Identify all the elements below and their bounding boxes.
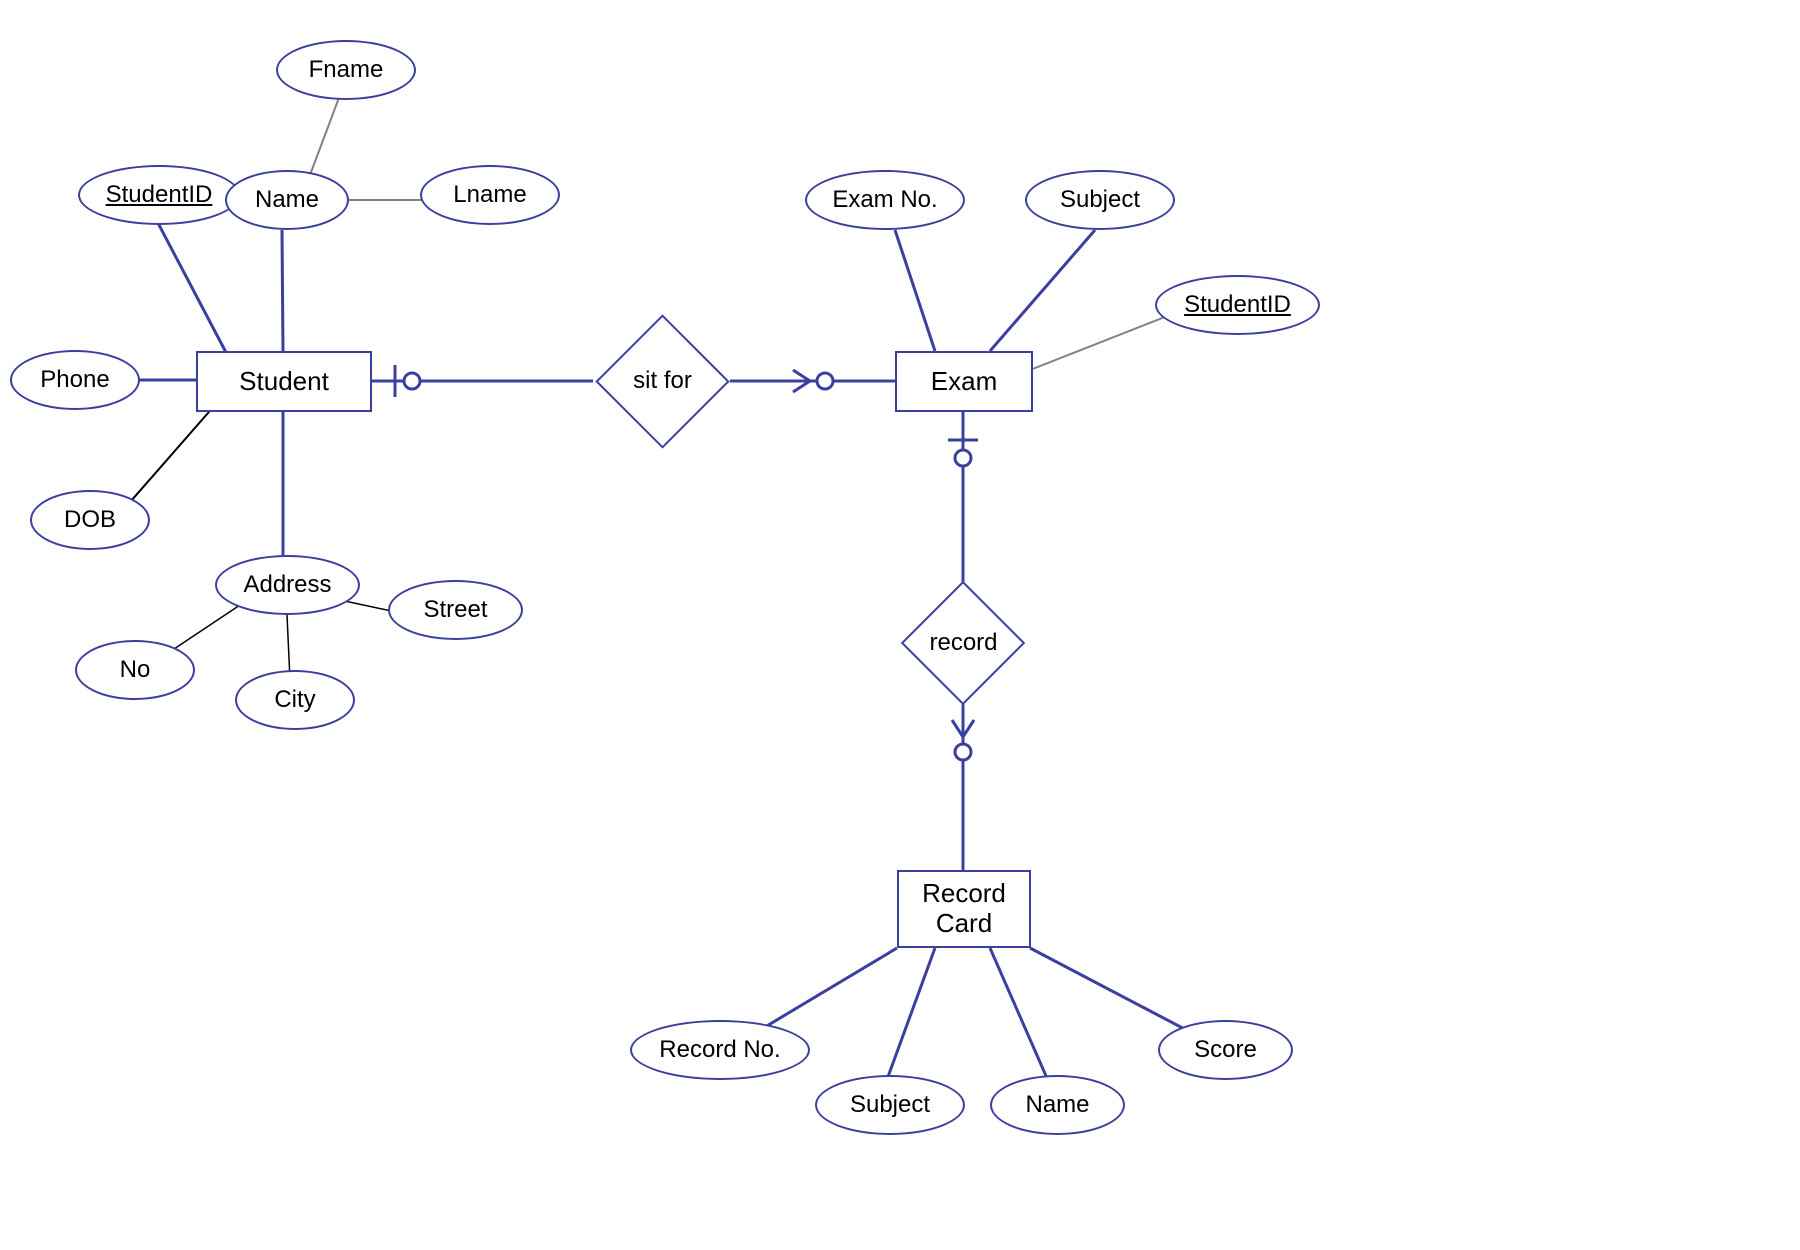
er-diagram: { "entities": { "student": "Student", "e… — [0, 0, 1800, 1250]
attr-dob: DOB — [30, 490, 150, 550]
attr-student-id-exam: StudentID — [1155, 275, 1320, 335]
relationship-sit-for: sit for — [595, 320, 730, 442]
entity-record-card: Record Card — [897, 870, 1031, 948]
relationship-record-label: record — [929, 629, 997, 657]
attr-name: Name — [225, 170, 349, 230]
attr-street: Street — [388, 580, 523, 640]
attr-subject-rec: Subject — [815, 1075, 965, 1135]
attr-address: Address — [215, 555, 360, 615]
entity-exam: Exam — [895, 351, 1033, 412]
attr-fname: Fname — [276, 40, 416, 100]
attr-phone: Phone — [10, 350, 140, 410]
attr-student-id: StudentID — [78, 165, 240, 225]
attr-city: City — [235, 670, 355, 730]
attr-score: Score — [1158, 1020, 1293, 1080]
attr-subject-exam: Subject — [1025, 170, 1175, 230]
attr-name-rec: Name — [990, 1075, 1125, 1135]
relationship-sit-for-label: sit for — [633, 367, 692, 395]
relationship-record: record — [895, 585, 1032, 700]
attr-record-no: Record No. — [630, 1020, 810, 1080]
attr-no: No — [75, 640, 195, 700]
attr-lname: Lname — [420, 165, 560, 225]
entity-student: Student — [196, 351, 372, 412]
attr-exam-no: Exam No. — [805, 170, 965, 230]
